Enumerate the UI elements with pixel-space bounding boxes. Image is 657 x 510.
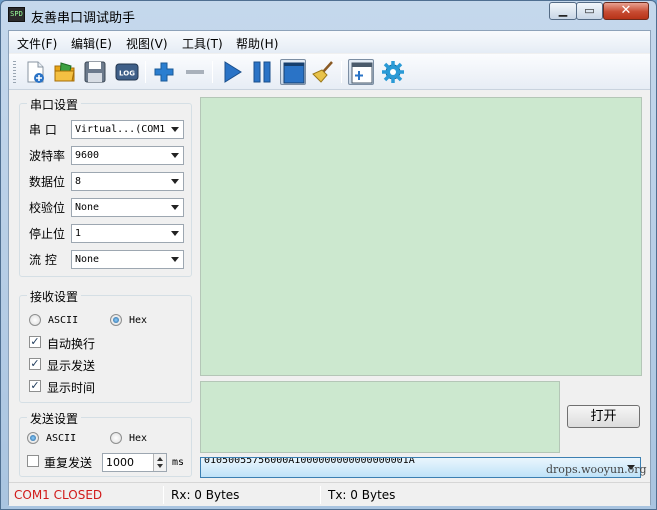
spin-down-icon[interactable]	[157, 464, 163, 468]
watermark: drops.wooyun.org	[546, 463, 647, 476]
chevron-down-icon	[171, 153, 179, 158]
minimize-button[interactable]: ▁	[549, 2, 577, 20]
toolbar-separator	[341, 61, 342, 83]
port-select[interactable]: Virtual...(COM1	[71, 120, 184, 139]
status-separator	[163, 486, 164, 504]
send-hex-label: Hex	[129, 433, 148, 444]
show-time-label: 显示时间	[47, 381, 96, 395]
interval-stepper[interactable]: 1000	[102, 453, 167, 472]
send-ascii-radio[interactable]	[27, 432, 39, 444]
app-window: SPD 友善串口调试助手 ▁ ▭ ✕ 文件(F) 编辑(E) 视图(V) 工具(…	[0, 0, 657, 510]
close-button[interactable]: ✕	[603, 2, 649, 20]
chevron-down-icon	[171, 257, 179, 262]
menu-tools[interactable]: 工具(T)	[182, 35, 223, 52]
send-textarea[interactable]	[200, 381, 560, 453]
open-folder-icon[interactable]	[52, 59, 78, 85]
auto-wrap-label: 自动换行	[47, 337, 96, 351]
menu-file[interactable]: 文件(F)	[17, 35, 57, 52]
broom-icon[interactable]	[311, 59, 337, 85]
gear-icon[interactable]	[380, 59, 406, 85]
chevron-down-icon	[171, 127, 179, 132]
receive-textarea[interactable]	[200, 97, 642, 376]
pause-icon[interactable]	[249, 59, 275, 85]
receive-hex-label: Hex	[129, 315, 148, 326]
window-title: 友善串口调试助手	[31, 11, 136, 26]
show-send-label: 显示发送	[47, 359, 96, 373]
chevron-down-icon	[171, 231, 179, 236]
receive-ascii-label: ASCII	[48, 315, 79, 326]
baudrate-label: 波特率	[29, 149, 66, 163]
parity-value: None	[75, 202, 100, 213]
databits-label: 数据位	[29, 175, 66, 189]
menu-edit[interactable]: 编辑(E)	[71, 35, 112, 52]
serial-settings-group: 串口设置 串 口 Virtual...(COM1 波特率 9600 数据位 8 …	[19, 96, 192, 277]
interval-value: 1000	[106, 456, 134, 469]
toolbar: LOG	[9, 54, 650, 90]
app-icon: SPD	[8, 7, 25, 22]
serial-settings-title: 串口设置	[27, 96, 82, 113]
parity-select[interactable]: None	[71, 198, 184, 217]
repeat-send-checkbox[interactable]	[27, 455, 39, 467]
remove-icon[interactable]	[182, 59, 208, 85]
toolbar-separator	[145, 61, 146, 83]
open-port-button[interactable]: 打开	[567, 405, 640, 428]
chevron-down-icon	[171, 179, 179, 184]
tx-count: Tx: 0 Bytes	[328, 488, 396, 502]
status-bar: COM1 CLOSED Rx: 0 Bytes Tx: 0 Bytes	[9, 482, 650, 506]
client-area: 文件(F) 编辑(E) 视图(V) 工具(T) 帮助(H) LOG 串口设置 串…	[8, 30, 651, 506]
new-file-icon[interactable]	[22, 59, 48, 85]
stopbits-value: 1	[75, 228, 82, 239]
status-separator	[320, 486, 321, 504]
receive-settings-title: 接收设置	[27, 288, 82, 305]
show-time-checkbox[interactable]: ✓	[29, 380, 41, 392]
interval-stepper-buttons[interactable]	[153, 454, 166, 471]
port-value: Virtual...(COM1	[75, 124, 166, 135]
spin-up-icon[interactable]	[157, 457, 163, 461]
baudrate-select[interactable]: 9600	[71, 146, 184, 165]
databits-value: 8	[75, 176, 82, 187]
repeat-send-label: 重复发送	[44, 456, 93, 470]
panel-add-icon[interactable]	[348, 59, 374, 85]
chevron-down-icon	[171, 205, 179, 210]
parity-label: 校验位	[29, 201, 66, 215]
rx-count: Rx: 0 Bytes	[171, 488, 240, 502]
receive-ascii-radio[interactable]	[29, 314, 41, 326]
title-bar[interactable]: SPD 友善串口调试助手 ▁ ▭ ✕	[1, 1, 656, 29]
window-icon[interactable]	[280, 59, 306, 85]
add-icon[interactable]	[151, 59, 177, 85]
toolbar-separator	[212, 61, 213, 83]
play-icon[interactable]	[219, 59, 245, 85]
stopbits-label: 停止位	[29, 227, 66, 241]
flowcontrol-value: None	[75, 254, 100, 265]
send-settings-title: 发送设置	[27, 410, 82, 427]
auto-wrap-checkbox[interactable]: ✓	[29, 336, 41, 348]
maximize-button[interactable]: ▭	[576, 2, 603, 20]
flowcontrol-label: 流 控	[29, 253, 57, 267]
show-send-checkbox[interactable]: ✓	[29, 358, 41, 370]
baudrate-value: 9600	[75, 150, 100, 161]
menu-view[interactable]: 视图(V)	[126, 35, 168, 52]
port-label: 串 口	[29, 123, 57, 137]
send-history-value: 01050055756000A1000000000000000001A	[204, 457, 415, 466]
port-status: COM1 CLOSED	[14, 488, 103, 502]
send-hex-radio[interactable]	[110, 432, 122, 444]
log-icon[interactable]: LOG	[114, 59, 140, 85]
databits-select[interactable]: 8	[71, 172, 184, 191]
receive-settings-group: 接收设置 ASCII Hex ✓ 自动换行 ✓ 显示发送 ✓ 显示时间	[19, 288, 192, 403]
menu-help[interactable]: 帮助(H)	[236, 35, 278, 52]
interval-unit: ms	[172, 457, 185, 468]
save-icon[interactable]	[82, 59, 108, 85]
flowcontrol-select[interactable]: None	[71, 250, 184, 269]
log-icon-label: LOG	[119, 70, 135, 78]
receive-hex-radio[interactable]	[110, 314, 122, 326]
stopbits-select[interactable]: 1	[71, 224, 184, 243]
menu-bar: 文件(F) 编辑(E) 视图(V) 工具(T) 帮助(H)	[9, 31, 650, 53]
toolbar-grip[interactable]	[13, 61, 16, 83]
send-ascii-label: ASCII	[46, 433, 77, 444]
